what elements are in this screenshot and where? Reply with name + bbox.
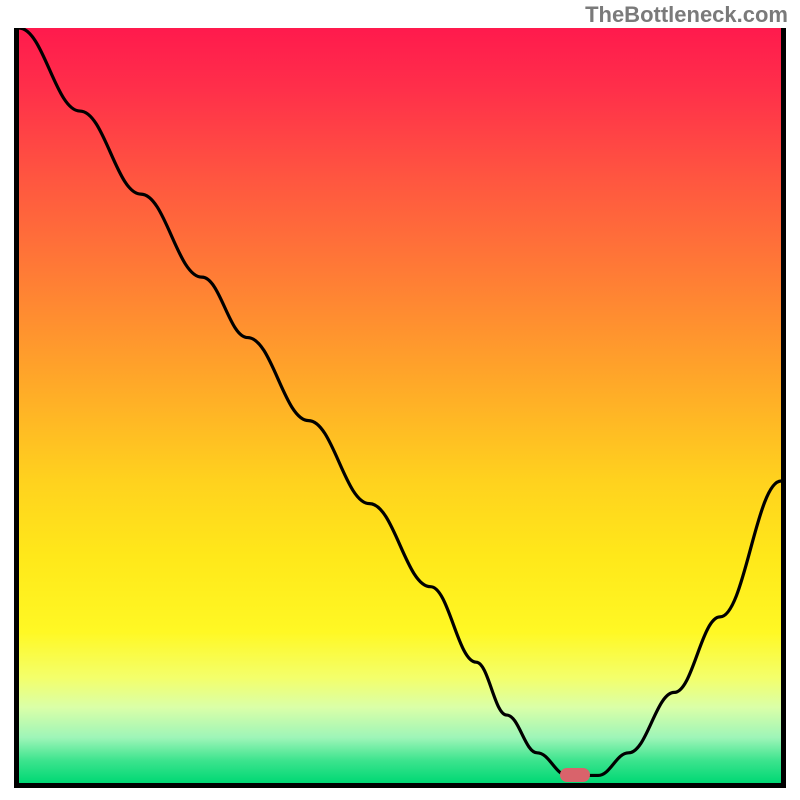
optimal-point-marker bbox=[560, 768, 590, 782]
watermark-text: TheBottleneck.com bbox=[585, 2, 788, 28]
chart-area bbox=[14, 28, 786, 788]
bottleneck-curve bbox=[19, 28, 781, 783]
